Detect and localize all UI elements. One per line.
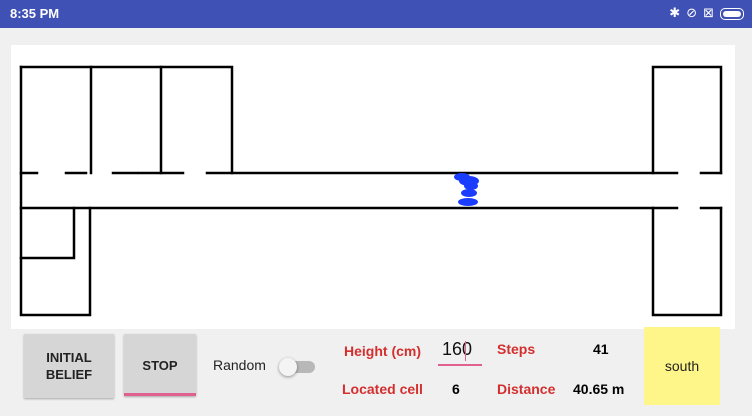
status-time: 8:35 PM bbox=[10, 6, 60, 21]
height-input[interactable]: 160 bbox=[438, 337, 484, 365]
located-cell-label: Located cell bbox=[342, 381, 423, 397]
battery-icon bbox=[720, 8, 744, 20]
stop-button-underline bbox=[124, 393, 196, 396]
height-value: 160 bbox=[442, 339, 473, 359]
height-label: Height (cm) bbox=[344, 343, 421, 359]
steps-value: 41 bbox=[593, 341, 609, 357]
height-input-underline bbox=[438, 364, 482, 366]
steps-label: Steps bbox=[497, 341, 536, 357]
particle bbox=[461, 189, 477, 197]
wall bbox=[651, 206, 723, 317]
wall bbox=[19, 65, 234, 175]
wall bbox=[19, 65, 92, 317]
status-bar: 8:35 PM ✱ ⊘ ⊠ bbox=[0, 0, 752, 28]
vibrate-off-icon: ⊘ bbox=[686, 6, 698, 21]
particle-cloud bbox=[454, 173, 479, 206]
located-cell-value: 6 bbox=[452, 381, 460, 397]
floor-plan-svg bbox=[19, 65, 723, 317]
random-label: Random bbox=[213, 357, 266, 373]
particle bbox=[464, 182, 478, 190]
initial-belief-button[interactable]: INITIAL BELIEF bbox=[24, 334, 114, 398]
direction-label: south bbox=[664, 358, 700, 374]
floor-map[interactable] bbox=[11, 45, 735, 329]
sim-icon: ⊠ bbox=[703, 6, 714, 21]
distance-label: Distance bbox=[497, 381, 556, 397]
stop-label: STOP bbox=[142, 357, 178, 373]
status-icons: ✱ ⊘ ⊠ bbox=[669, 4, 744, 24]
text-cursor bbox=[465, 341, 466, 361]
wall bbox=[19, 206, 76, 260]
initial-belief-label-2: BELIEF bbox=[45, 367, 93, 382]
wall bbox=[651, 65, 723, 175]
random-toggle[interactable] bbox=[279, 358, 317, 376]
direction-indicator: south bbox=[644, 327, 720, 405]
bluetooth-icon: ✱ bbox=[669, 6, 681, 21]
particle bbox=[458, 198, 478, 206]
stop-button[interactable]: STOP bbox=[124, 334, 196, 396]
initial-belief-label-1: INITIAL bbox=[46, 350, 92, 365]
distance-value: 40.65 m bbox=[573, 381, 625, 397]
toggle-thumb bbox=[279, 358, 297, 376]
